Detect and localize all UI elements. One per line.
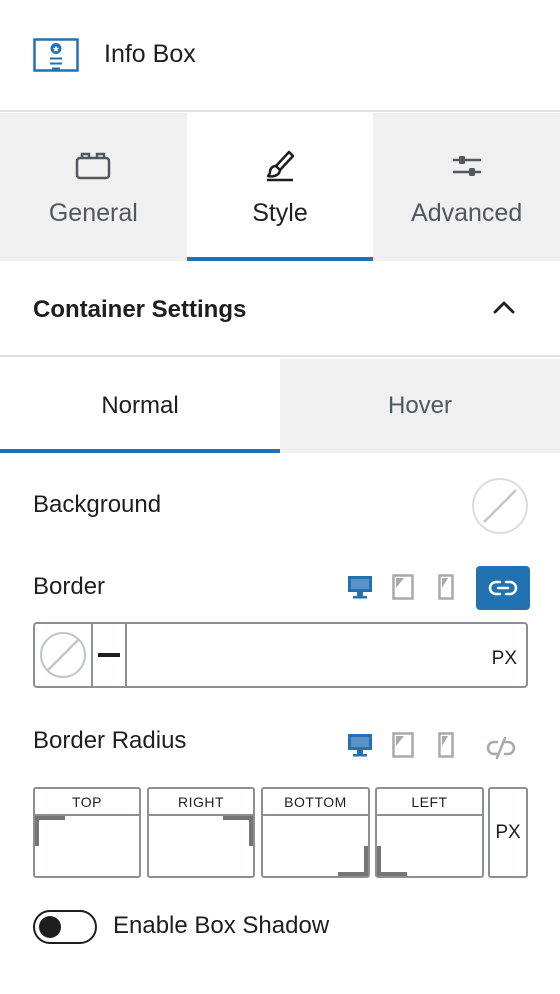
mobile-icon[interactable] [432,573,460,601]
radius-left-field[interactable]: LEFT [375,787,484,878]
radius-top-label: TOP [35,789,139,816]
solid-line-icon [98,653,120,657]
section-title: Container Settings [33,296,247,323]
border-unit[interactable]: PX [492,648,517,670]
border-control: PX [33,622,528,688]
sliders-icon [447,149,487,183]
radius-right-field[interactable]: RIGHT [147,787,255,878]
radius-top-field[interactable]: TOP [33,787,141,878]
tab-hover[interactable]: Hover [280,359,560,453]
folder-icon [73,149,113,183]
background-color-picker[interactable] [472,478,528,534]
container-settings-panel-toggle[interactable]: Container Settings [0,261,560,357]
bottom-right-corner-icon [338,846,368,876]
block-title: Info Box [104,40,196,68]
chevron-up-icon[interactable] [490,296,518,320]
tab-advanced[interactable]: Advanced [373,113,560,261]
mobile-icon[interactable] [432,731,460,759]
bottom-left-corner-icon [377,846,407,876]
border-radius-label: Border Radius [33,727,187,754]
tablet-icon[interactable] [389,573,417,601]
tab-style[interactable]: Style [186,113,374,261]
border-label: Border [33,573,106,600]
tab-general-label: General [48,199,138,227]
border-link-toggle[interactable] [476,566,530,610]
desktop-icon[interactable] [346,731,374,759]
radius-unit-label: PX [495,821,521,843]
unlink-icon[interactable] [486,735,516,761]
info-box-block-icon [33,38,79,72]
tab-style-label: Style [252,199,308,227]
tab-general[interactable]: General [0,113,187,261]
toggle-knob [39,916,61,938]
radius-device-switcher [346,731,475,759]
box-shadow-label: Enable Box Shadow [113,912,330,939]
panel-header: Info Box [0,0,560,112]
tab-normal[interactable]: Normal [0,359,280,453]
top-left-corner-icon [35,816,65,846]
radius-bottom-field[interactable]: BOTTOM [261,787,370,878]
radius-unit[interactable]: PX [488,787,528,878]
border-color-picker[interactable] [35,624,93,686]
background-label: Background [33,491,162,518]
border-style-select[interactable] [93,624,127,686]
tab-advanced-label: Advanced [411,199,523,227]
no-color-icon [483,489,517,523]
desktop-icon[interactable] [346,573,374,601]
tablet-icon[interactable] [389,731,417,759]
no-color-icon [40,632,86,678]
state-tabs: Normal Hover [0,359,560,453]
box-shadow-toggle[interactable] [33,910,97,944]
border-device-switcher [346,573,475,601]
radius-left-label: LEFT [377,789,482,816]
radius-bottom-label: BOTTOM [263,789,368,816]
inspector-tabs: General Style Advanced [0,113,560,261]
paintbrush-icon [260,149,300,183]
link-icon [488,580,518,596]
border-width-input[interactable] [129,624,479,686]
top-right-corner-icon [223,816,253,846]
radius-right-label: RIGHT [149,789,253,816]
